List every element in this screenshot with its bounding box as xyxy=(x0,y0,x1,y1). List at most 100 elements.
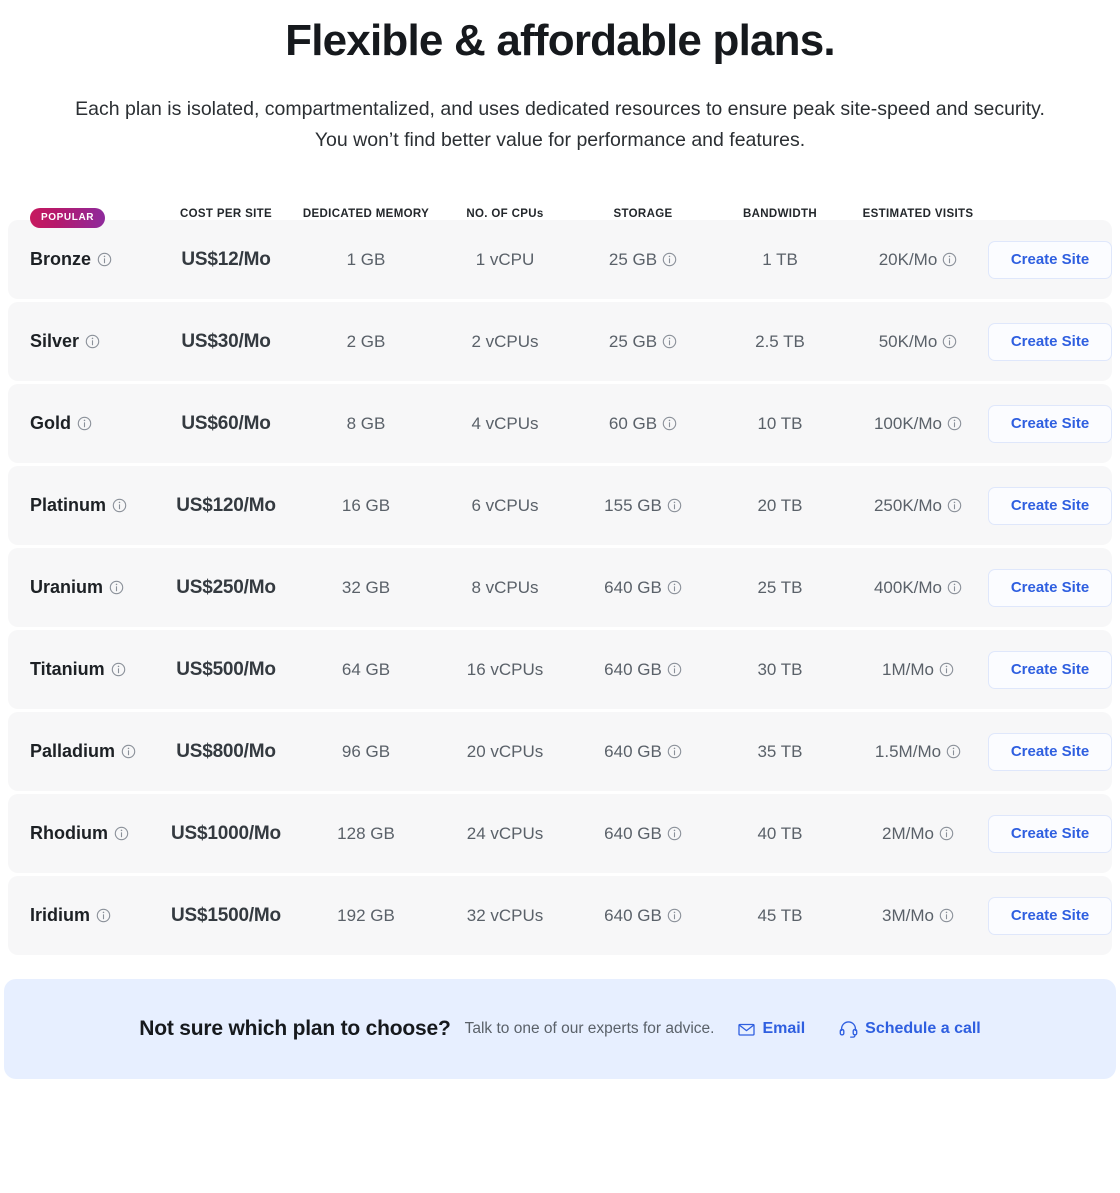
headset-icon xyxy=(839,1020,858,1038)
column-header-cost-per-site: COST PER SITE xyxy=(179,208,273,220)
storage-cell: 640 GB xyxy=(574,824,712,844)
cost-per-site-value: US$800/Mo xyxy=(176,740,276,762)
create-site-button[interactable]: Create Site xyxy=(988,814,1112,853)
info-icon[interactable] xyxy=(667,580,682,595)
column-header-no-of-cpus: NO. OF CPUs xyxy=(466,208,544,220)
create-site-button[interactable]: Create Site xyxy=(988,322,1112,361)
dedicated-memory-cell: 1 GB xyxy=(296,250,436,270)
action-cell: Create Site xyxy=(988,568,1112,607)
info-icon[interactable] xyxy=(667,744,682,759)
info-icon[interactable] xyxy=(114,826,129,841)
info-icon[interactable] xyxy=(121,744,136,759)
info-icon[interactable] xyxy=(947,498,962,513)
table-body: POPULAR Bronze US$12/Mo 1 GB 1 vCPU 25 GB 1 TB… xyxy=(8,208,1112,955)
info-icon[interactable] xyxy=(946,744,961,759)
dedicated-memory-value: 128 GB xyxy=(337,823,395,843)
plan-name-cell: Palladium xyxy=(8,741,156,762)
info-icon[interactable] xyxy=(96,908,111,923)
create-site-button[interactable]: Create Site xyxy=(988,486,1112,525)
schedule-call-link[interactable]: Schedule a call xyxy=(839,1020,981,1038)
email-link[interactable]: Email xyxy=(738,1020,805,1038)
estimated-visits-value: 20K/Mo xyxy=(878,249,938,269)
info-icon[interactable] xyxy=(667,826,682,841)
info-icon[interactable] xyxy=(667,498,682,513)
info-icon[interactable] xyxy=(85,334,100,349)
bandwidth-cell: 45 TB xyxy=(712,906,848,926)
page-header: Flexible & affordable plans. Each plan i… xyxy=(0,0,1120,156)
bandwidth-cell: 30 TB xyxy=(712,660,848,680)
create-site-button[interactable]: Create Site xyxy=(988,240,1112,279)
estimated-visits-value: 50K/Mo xyxy=(878,331,938,351)
pricing-table: COST PER SITE DEDICATED MEMORY NO. OF CP… xyxy=(0,192,1120,955)
storage-cell: 25 GB xyxy=(574,250,712,270)
create-site-button[interactable]: Create Site xyxy=(988,404,1112,443)
cost-per-site-cell: US$500/Mo xyxy=(156,659,296,681)
no-of-cpus-value: 20 vCPUs xyxy=(466,741,544,761)
info-icon[interactable] xyxy=(667,908,682,923)
info-icon[interactable] xyxy=(662,334,677,349)
table-row: Rhodium US$1000/Mo 128 GB 24 vCPUs 640 GB 40 … xyxy=(8,794,1112,873)
info-icon[interactable] xyxy=(942,334,957,349)
info-icon[interactable] xyxy=(947,416,962,431)
bandwidth-value: 40 TB xyxy=(757,823,803,843)
storage-value: 640 GB xyxy=(604,659,662,679)
estimated-visits-cell: 50K/Mo xyxy=(848,332,988,352)
column-header-storage: STORAGE xyxy=(613,208,673,220)
estimated-visits-cell: 100K/Mo xyxy=(848,414,988,434)
plan-name-cell: Bronze xyxy=(8,249,156,270)
action-cell: Create Site xyxy=(988,732,1112,771)
info-icon[interactable] xyxy=(939,826,954,841)
estimated-visits-cell: 1.5M/Mo xyxy=(848,742,988,762)
no-of-cpus-value: 1 vCPU xyxy=(475,249,535,269)
dedicated-memory-cell: 64 GB xyxy=(296,660,436,680)
table-row: Platinum US$120/Mo 16 GB 6 vCPUs 155 GB 20 TB… xyxy=(8,466,1112,545)
bandwidth-cell: 2.5 TB xyxy=(712,332,848,352)
action-cell: Create Site xyxy=(988,814,1112,853)
info-icon[interactable] xyxy=(109,580,124,595)
storage-cell: 640 GB xyxy=(574,742,712,762)
no-of-cpus-cell: 8 vCPUs xyxy=(436,578,574,598)
info-icon[interactable] xyxy=(97,252,112,267)
info-icon[interactable] xyxy=(939,908,954,923)
plan-name-cell: Iridium xyxy=(8,905,156,926)
create-site-button[interactable]: Create Site xyxy=(988,568,1112,607)
plan-name-label: Titanium xyxy=(30,659,105,679)
estimated-visits-value: 3M/Mo xyxy=(882,905,934,925)
create-site-button[interactable]: Create Site xyxy=(988,896,1112,935)
no-of-cpus-value: 8 vCPUs xyxy=(471,577,539,597)
cost-per-site-value: US$1500/Mo xyxy=(171,904,281,926)
schedule-call-link-label: Schedule a call xyxy=(865,1020,981,1037)
info-icon[interactable] xyxy=(662,252,677,267)
no-of-cpus-cell: 32 vCPUs xyxy=(436,906,574,926)
dedicated-memory-cell: 128 GB xyxy=(296,824,436,844)
plan-name-label: Silver xyxy=(30,331,80,351)
bandwidth-cell: 35 TB xyxy=(712,742,848,762)
info-icon[interactable] xyxy=(77,416,92,431)
estimated-visits-value: 1M/Mo xyxy=(882,659,934,679)
info-icon[interactable] xyxy=(662,416,677,431)
info-icon[interactable] xyxy=(939,662,954,677)
create-site-button[interactable]: Create Site xyxy=(988,732,1112,771)
info-icon[interactable] xyxy=(947,580,962,595)
table-header-row: COST PER SITE DEDICATED MEMORY NO. OF CP… xyxy=(8,192,1112,220)
create-site-button[interactable]: Create Site xyxy=(988,650,1112,689)
info-icon[interactable] xyxy=(667,662,682,677)
dedicated-memory-value: 8 GB xyxy=(346,413,386,433)
estimated-visits-cell: 1M/Mo xyxy=(848,660,988,680)
storage-value: 25 GB xyxy=(608,331,658,351)
dedicated-memory-value: 192 GB xyxy=(337,905,395,925)
action-cell: Create Site xyxy=(988,240,1112,279)
bandwidth-value: 10 TB xyxy=(757,413,803,433)
dedicated-memory-value: 1 GB xyxy=(346,249,386,269)
column-header-estimated-visits: ESTIMATED VISITS xyxy=(862,208,974,220)
dedicated-memory-value: 64 GB xyxy=(341,659,391,679)
info-icon[interactable] xyxy=(111,662,126,677)
bandwidth-value: 30 TB xyxy=(757,659,803,679)
info-icon[interactable] xyxy=(942,252,957,267)
plan-name-cell: Titanium xyxy=(8,659,156,680)
dedicated-memory-cell: 96 GB xyxy=(296,742,436,762)
email-link-label: Email xyxy=(762,1020,806,1037)
action-cell: Create Site xyxy=(988,404,1112,443)
info-icon[interactable] xyxy=(112,498,127,513)
estimated-visits-value: 1.5M/Mo xyxy=(874,741,942,761)
